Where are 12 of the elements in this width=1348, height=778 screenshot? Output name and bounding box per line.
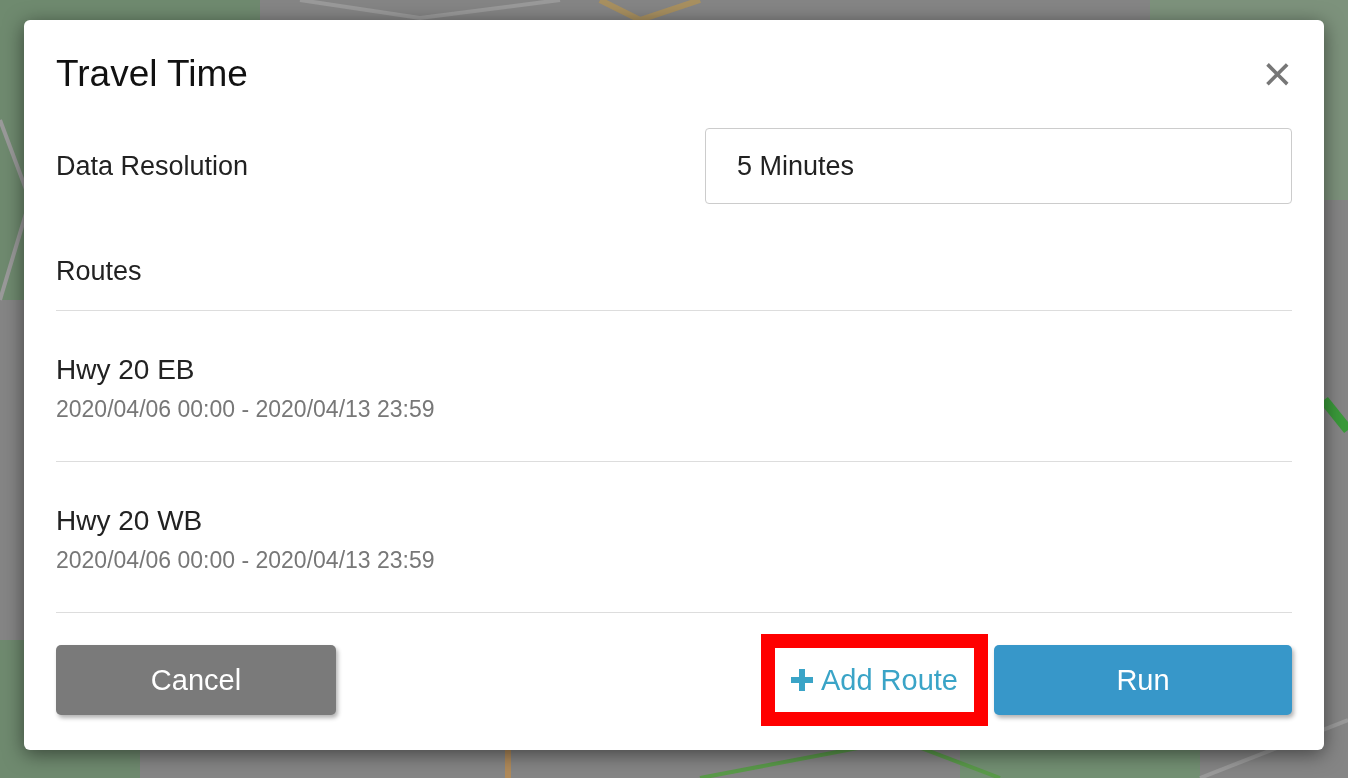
primary-button[interactable]: Run <box>994 645 1292 715</box>
secondary-button[interactable]: Cancel <box>56 645 336 715</box>
close-button[interactable]: × <box>1262 49 1292 99</box>
resolution-select[interactable]: 5 Minutes <box>705 128 1292 204</box>
route-name: Hwy 20 EB <box>56 353 196 386</box>
dialog-title: Travel Time <box>56 53 248 95</box>
route-date-range: 2020/04/06 00:00 - 2020/04/13 23:59 <box>56 546 436 574</box>
route-name: Hwy 20 WB <box>56 504 204 537</box>
plus-icon <box>790 669 813 691</box>
field-label: Data Resolution <box>56 150 249 182</box>
route-date-range: 2020/04/06 00:00 - 2020/04/13 23:59 <box>56 395 436 423</box>
section-label: Routes <box>56 204 1292 311</box>
